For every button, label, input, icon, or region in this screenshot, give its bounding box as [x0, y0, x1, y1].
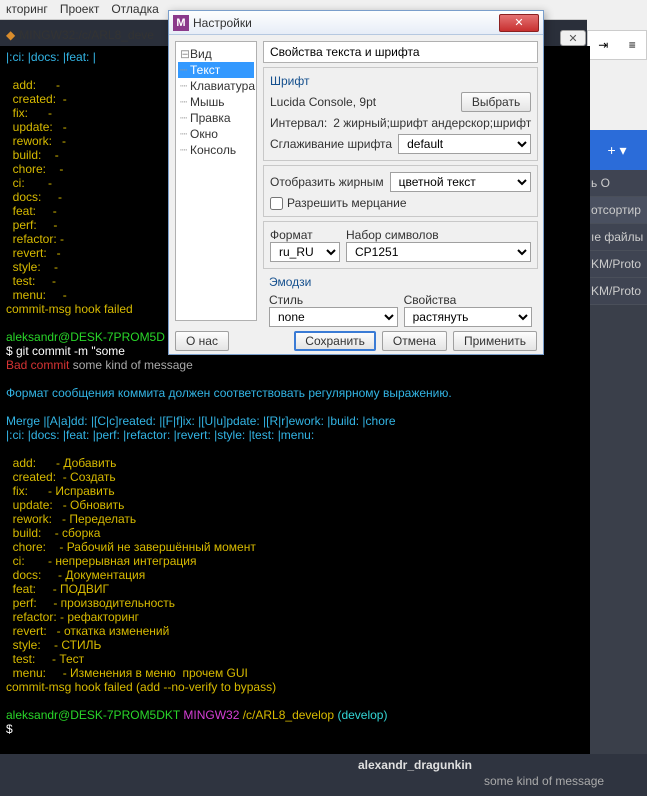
props-select[interactable]: растянуть — [404, 307, 533, 327]
settings-tree[interactable]: Вид Текст Клавиатура Мышь Правка Окно Ко… — [175, 41, 257, 321]
format-label: Формат — [270, 228, 340, 242]
menu-project[interactable]: Проект — [60, 2, 100, 17]
menu-refactoring[interactable]: кторинг — [6, 2, 48, 17]
commit-author: alexandr_dragunkin — [0, 754, 480, 796]
exit-icon[interactable]: ⇥ — [598, 38, 608, 52]
commit-bar: alexandr_dragunkin some kind of message — [0, 754, 647, 796]
dialog-title: Настройки — [193, 16, 499, 30]
commit-message: some kind of message — [480, 754, 647, 796]
bold-select[interactable]: цветной текст — [390, 172, 532, 192]
tree-item-window[interactable]: Окно — [178, 126, 254, 142]
bold-label: Отобразить жирным — [270, 175, 384, 189]
emoji-group: Эмодзи Стиль none Свойства растянуть — [263, 273, 538, 329]
font-group: Шрифт Lucida Console, 9pt Выбрать Интерв… — [263, 67, 538, 161]
tree-item-console[interactable]: Консоль — [178, 142, 254, 158]
terminal-cmd: $ git commit -m "some — [6, 344, 128, 358]
flicker-label: Разрешить мерцание — [287, 196, 407, 210]
font-value: Lucida Console, 9pt — [270, 95, 455, 109]
app-icon: M — [173, 15, 189, 31]
panel-title: Свойства текста и шрифта — [263, 41, 538, 63]
equals-icon[interactable]: ≡ — [629, 38, 636, 52]
terminal-tab[interactable]: ◆ MINGW32:/c/ARL8_deve — [6, 28, 154, 42]
side-row[interactable]: KM/Proto — [587, 278, 647, 305]
prompt-branch: (develop) — [334, 708, 387, 722]
format-group: Формат ru_RU Набор символов CP1251 — [263, 221, 538, 269]
save-button[interactable]: Сохранить — [294, 331, 376, 351]
smoothing-label: Сглаживание шрифта — [270, 137, 392, 151]
side-row[interactable]: KM/Proto — [587, 251, 647, 278]
side-rows: ь О отсортир ıе файлы KM/Proto KM/Proto — [587, 170, 647, 305]
apply-button[interactable]: Применить — [453, 331, 537, 351]
side-row[interactable]: ь О — [587, 170, 647, 197]
props-label: Свойства — [404, 293, 533, 307]
smoothing-select[interactable]: default — [398, 134, 531, 154]
prompt-user: aleksandr@DESK-7PROM5D — [6, 330, 165, 344]
bold-group: Отобразить жирным цветной текст Разрешит… — [263, 165, 538, 217]
terminal-line: |:ci: |docs: |feat: | — [6, 50, 96, 64]
ci-line: |:ci: |docs: |feat: |perf: |refactor: |r… — [6, 428, 314, 442]
side-add-button[interactable]: + ▾ — [587, 130, 647, 170]
charset-select[interactable]: CP1251 — [346, 242, 531, 262]
side-row[interactable]: отсортир — [587, 197, 647, 224]
interval-value: 2 жирный;шрифт андерскор;шрифт — [333, 116, 531, 130]
style-select[interactable]: none — [269, 307, 398, 327]
merge-line: Merge |[A|a]dd: |[C|c]reated: |[F|f]ix: … — [6, 414, 396, 428]
tree-item-edit[interactable]: Правка — [178, 110, 254, 126]
tree-item-view[interactable]: Вид — [178, 46, 254, 62]
menu-debug[interactable]: Отладка — [111, 2, 158, 17]
bad-commit-msg: some kind of message — [69, 358, 192, 372]
emoji-heading: Эмодзи — [269, 275, 532, 289]
prompt-cursor: $ — [6, 722, 16, 736]
terminal-icon: ◆ — [6, 28, 15, 42]
cancel-button[interactable]: Отмена — [382, 331, 447, 351]
interval-label: Интервал: — [270, 116, 327, 130]
terminal-tab-title: MINGW32:/c/ARL8_deve — [19, 28, 154, 42]
bad-commit: Bad commit — [6, 358, 69, 372]
side-panel — [587, 0, 647, 796]
hook-fail: commit-msg hook failed — [6, 302, 133, 316]
side-row[interactable]: ıе файлы — [587, 224, 647, 251]
choose-font-button[interactable]: Выбрать — [461, 92, 531, 112]
font-heading: Шрифт — [270, 74, 531, 88]
tree-item-text[interactable]: Текст — [178, 62, 254, 78]
prompt-host: MINGW32 — [180, 708, 239, 722]
dialog-titlebar[interactable]: M Настройки ✕ — [169, 11, 543, 35]
tab-close-button[interactable]: ✕ — [560, 30, 586, 46]
close-button[interactable]: ✕ — [499, 14, 539, 32]
format-select[interactable]: ru_RU — [270, 242, 340, 262]
style-label: Стиль — [269, 293, 398, 307]
about-button[interactable]: О нас — [175, 331, 229, 351]
prompt-path: /c/ARL8_develop — [239, 708, 334, 722]
toolbar-icons: ⇥ ≡ — [587, 30, 647, 60]
format-msg: Формат сообщения коммита должен соответс… — [6, 386, 452, 400]
charset-label: Набор символов — [346, 228, 531, 242]
prompt-user: aleksandr@DESK-7PROM5DKT — [6, 708, 180, 722]
settings-dialog: M Настройки ✕ Вид Текст Клавиатура Мышь … — [168, 10, 544, 355]
flicker-checkbox[interactable] — [270, 197, 283, 210]
tree-item-mouse[interactable]: Мышь — [178, 94, 254, 110]
hook-fail: commit-msg hook failed (add --no-verify … — [6, 680, 276, 694]
tree-item-keyboard[interactable]: Клавиатура — [178, 78, 254, 94]
